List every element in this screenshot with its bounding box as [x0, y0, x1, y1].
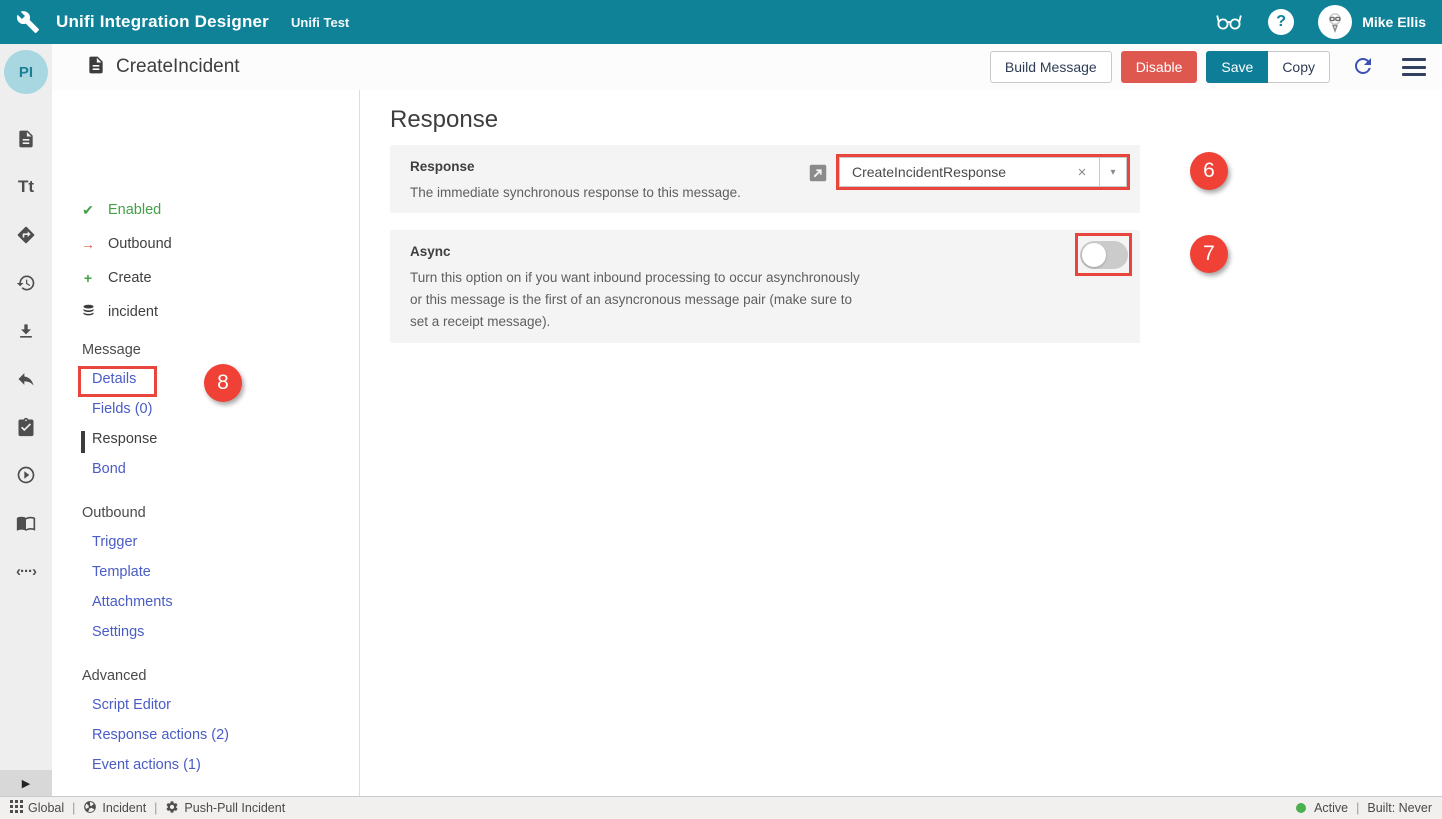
code-icon[interactable]: ‹···›: [15, 560, 37, 582]
nav-status-direction[interactable]: → Outbound: [80, 234, 172, 254]
check-icon: ✔: [80, 202, 96, 219]
nav-status-label: Outbound: [108, 236, 172, 252]
active-status-dot: [1296, 803, 1306, 813]
nav-status-label: Create: [108, 270, 152, 286]
document-icon: [86, 55, 106, 80]
hamburger-menu-icon[interactable]: [1402, 57, 1426, 77]
separator: |: [1356, 801, 1359, 815]
messages-icon[interactable]: [15, 128, 37, 150]
annotation-badge-7: 7: [1190, 235, 1228, 273]
response-select-value: CreateIncidentResponse: [840, 164, 1065, 180]
nav-item-template[interactable]: Template: [92, 564, 151, 580]
nav-item-response-actions[interactable]: Response actions (2): [92, 727, 229, 743]
nav-section-message: Message: [82, 342, 141, 358]
toggle-knob: [1082, 243, 1106, 267]
nav-section-advanced: Advanced: [82, 668, 147, 684]
preview-record-icon[interactable]: [807, 162, 829, 184]
unifi-integration-designer: Unifi Integration Designer Unifi Test ? …: [0, 0, 1442, 819]
message-nav-panel: ✔ Enabled → Outbound + Create incident M…: [52, 90, 360, 796]
section-heading: Response: [390, 106, 498, 134]
icon-rail: Tt ‹···›: [0, 44, 52, 796]
tasks-icon[interactable]: [15, 416, 37, 438]
dropdown-caret-icon[interactable]: ▾: [1099, 158, 1126, 186]
gear-icon: [165, 800, 179, 817]
record-header: CreateIncident Build Message Disable Sav…: [0, 44, 1442, 90]
workspace-name[interactable]: Unifi Test: [291, 15, 349, 30]
annotation-badge-6: 6: [1190, 152, 1228, 190]
documentation-icon[interactable]: [15, 512, 37, 534]
separator: |: [154, 801, 157, 815]
nav-status-action[interactable]: + Create: [80, 268, 152, 288]
wrench-icon[interactable]: [0, 10, 56, 34]
nav-status-label: Enabled: [108, 202, 161, 218]
separator: |: [72, 801, 75, 815]
scope-label: Global: [28, 801, 64, 815]
clear-icon[interactable]: ×: [1065, 164, 1099, 181]
annotation-box-response-select: CreateIncidentResponse × ▾: [836, 154, 1130, 190]
integration-label: Incident: [102, 801, 146, 815]
field-description: Turn this option on if you want inbound …: [410, 267, 860, 333]
nav-status-label: incident: [108, 304, 158, 320]
status-bar: Global | Incident | Push-Pull Incident A…: [0, 796, 1442, 819]
nav-item-settings[interactable]: Settings: [92, 624, 144, 640]
active-label: Active: [1314, 801, 1348, 815]
run-icon[interactable]: [15, 464, 37, 486]
process-avatar[interactable]: PI: [4, 50, 48, 94]
nav-item-response[interactable]: Response: [92, 431, 157, 447]
user-avatar[interactable]: [1318, 5, 1352, 39]
nav-item-attachments[interactable]: Attachments: [92, 594, 173, 610]
selected-indicator: [81, 431, 85, 453]
build-message-button[interactable]: Build Message: [990, 51, 1112, 83]
fields-icon[interactable]: Tt: [15, 176, 37, 198]
nav-item-fields[interactable]: Fields (0): [92, 401, 152, 417]
field-label: Response: [410, 159, 475, 174]
field-label: Async: [410, 244, 451, 259]
help-icon[interactable]: ?: [1268, 9, 1294, 35]
annotation-box-bond: [78, 366, 157, 397]
reply-icon[interactable]: [15, 368, 37, 390]
user-name: Mike Ellis: [1362, 14, 1426, 30]
integration-icon: [83, 800, 97, 817]
process-item[interactable]: Push-Pull Incident: [165, 800, 285, 817]
response-reference-select[interactable]: CreateIncidentResponse × ▾: [839, 157, 1127, 187]
app-title: Unifi Integration Designer: [56, 12, 269, 32]
transform-maps-icon[interactable]: [15, 224, 37, 246]
built-label: Built: Never: [1367, 801, 1432, 815]
nav-item-script-editor[interactable]: Script Editor: [92, 697, 171, 713]
annotation-box-async-toggle: [1075, 233, 1132, 276]
async-toggle[interactable]: [1080, 241, 1128, 269]
top-app-bar: Unifi Integration Designer Unifi Test ? …: [0, 0, 1442, 44]
spectacles-icon[interactable]: [1214, 7, 1244, 38]
nav-section-outbound: Outbound: [82, 505, 146, 521]
nav-item-event-actions[interactable]: Event actions (1): [92, 757, 201, 773]
nav-status-enabled[interactable]: ✔ Enabled: [80, 200, 161, 220]
download-icon[interactable]: [15, 320, 37, 342]
copy-button[interactable]: Copy: [1268, 51, 1330, 83]
database-icon: [80, 303, 96, 322]
rail-expand-button[interactable]: ▶: [0, 770, 52, 796]
nav-item-trigger[interactable]: Trigger: [92, 534, 137, 550]
plus-icon: +: [80, 270, 96, 286]
async-field-panel: Async Turn this option on if you want in…: [390, 230, 1140, 343]
arrow-right-icon: →: [80, 236, 96, 252]
user-menu[interactable]: Mike Ellis: [1318, 5, 1426, 39]
nav-item-bond[interactable]: Bond: [92, 461, 126, 477]
field-description: The immediate synchronous response to th…: [410, 182, 860, 204]
integration-item[interactable]: Incident: [83, 800, 146, 817]
nav-status-table[interactable]: incident: [80, 302, 158, 322]
save-button[interactable]: Save: [1206, 51, 1268, 83]
grid-icon: [10, 800, 23, 816]
page-title: CreateIncident: [116, 56, 240, 78]
scope-item[interactable]: Global: [10, 800, 64, 816]
history-icon[interactable]: [15, 272, 37, 294]
refresh-icon[interactable]: [1350, 54, 1376, 80]
disable-button[interactable]: Disable: [1121, 51, 1198, 83]
response-field-panel: Response The immediate synchronous respo…: [390, 145, 1140, 213]
process-label: Push-Pull Incident: [184, 801, 285, 815]
annotation-badge-8: 8: [204, 364, 242, 402]
expand-arrow-icon: ▶: [22, 777, 30, 790]
